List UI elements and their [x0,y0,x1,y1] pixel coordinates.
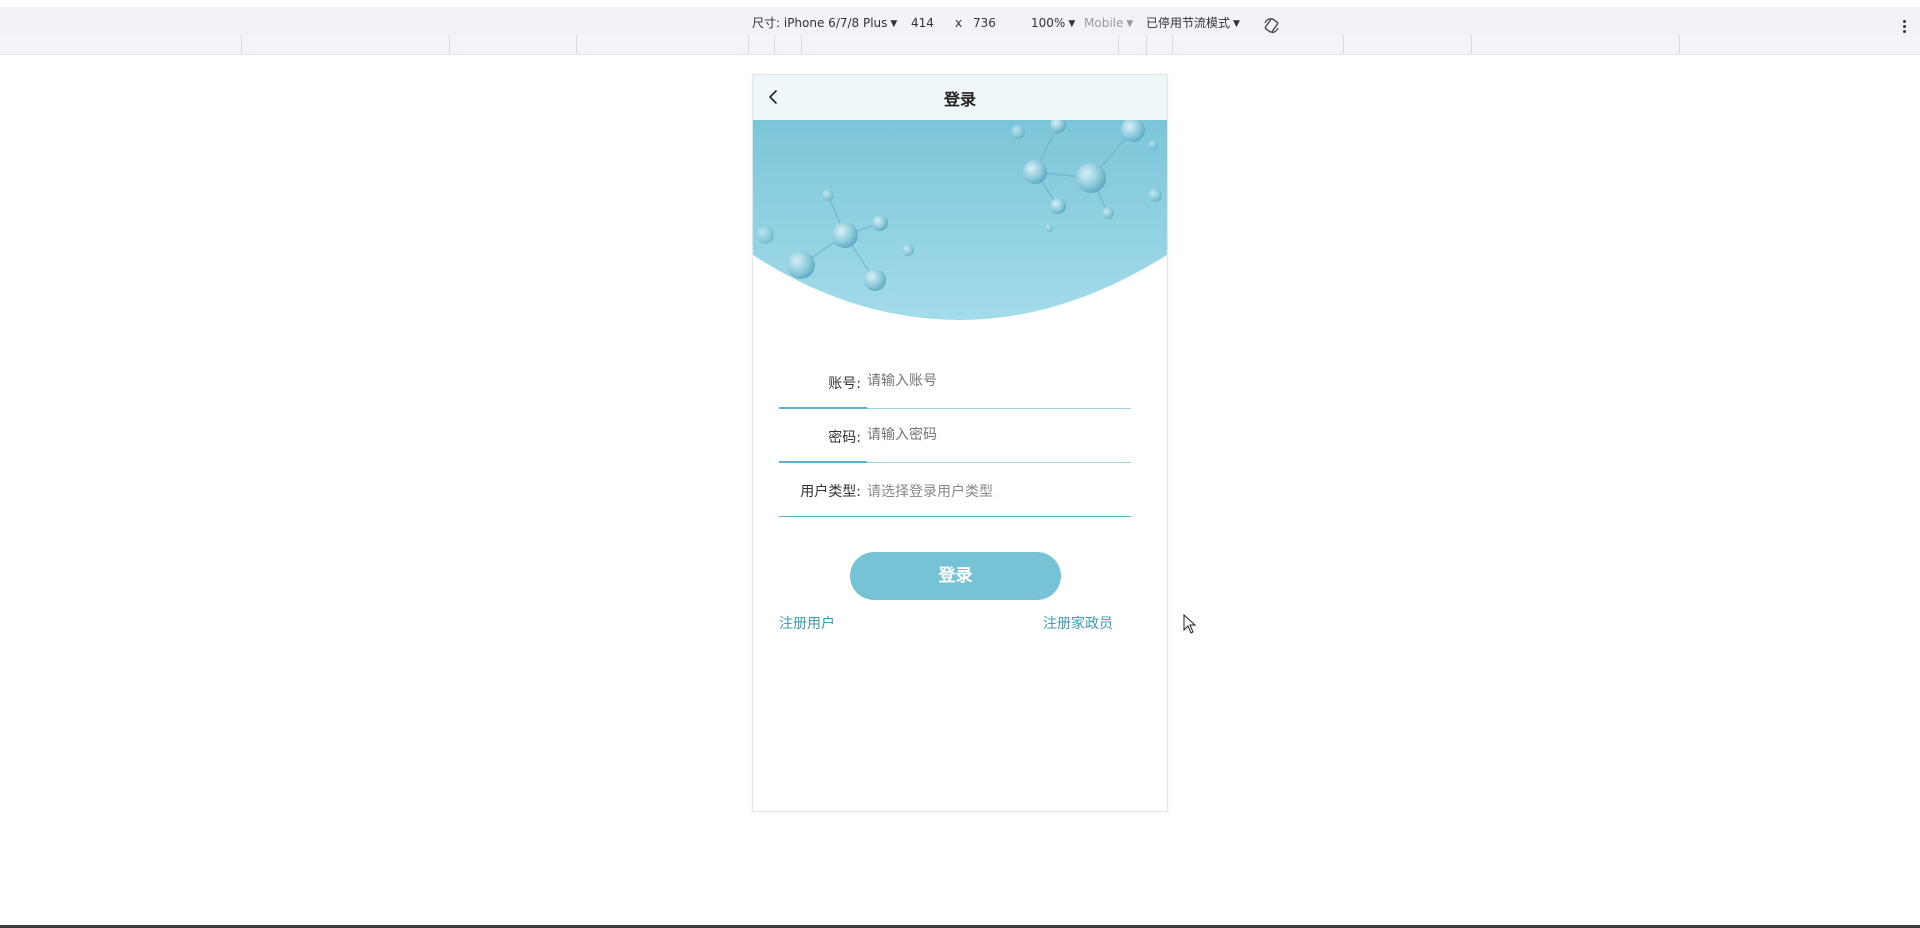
login-form: 账号: 密码: 用户类型: 请选择登录用户类型 [779,355,1131,517]
password-label: 密码: [828,430,861,446]
password-row: 密码: [779,409,1131,463]
browser-viewport: 尺寸: iPhone 6/7/8 Plus ▼ 414 x 736 100% ▼ M… [0,0,1920,928]
register-housekeeper-link[interactable]: 注册家政员 [1043,613,1113,633]
login-button[interactable]: 登录 [850,552,1061,600]
zoom-value: 100% [1031,16,1066,30]
device-select[interactable]: 尺寸: iPhone 6/7/8 Plus ▼ [752,14,897,32]
rotate-icon[interactable] [1263,17,1280,34]
page-title: 登录 [943,90,976,109]
divider [779,516,1131,517]
throttle-select[interactable]: 已停用节流模式 ▼ [1146,14,1240,32]
account-input[interactable] [867,373,1127,389]
dimension-separator: x [955,16,963,30]
user-type-select[interactable]: 请选择登录用户类型 [867,481,1127,501]
user-type-row[interactable]: 用户类型: 请选择登录用户类型 [779,463,1131,517]
account-label: 账号: [828,376,861,392]
device-screen: 登录 账号: 请输入账号 密码: 用户类型: 请选择登录用户类型 登录 注册用户… [752,74,1168,812]
media-query-ruler [0,35,1920,55]
nav-bar: 登录 [753,75,1167,120]
account-row: 账号: [779,355,1131,409]
user-type-label: 用户类型: [800,484,861,500]
password-input[interactable] [867,427,1127,443]
width-input[interactable]: 414 [911,14,934,32]
chevron-down-icon: ▼ [1126,19,1134,29]
chevron-down-icon: ▼ [1068,19,1076,29]
throttle-value: 已停用节流模式 [1146,16,1231,30]
register-user-link[interactable]: 注册用户 [779,613,835,633]
molecule-banner-image [753,120,1167,320]
device-toolbar: 尺寸: iPhone 6/7/8 Plus ▼ 414 x 736 100% ▼ M… [0,0,1920,35]
height-input[interactable]: 736 [973,14,996,32]
more-options-icon[interactable] [1903,20,1907,34]
mode-value: Mobile [1084,16,1124,30]
chevron-down-icon: ▼ [1233,19,1240,29]
chevron-down-icon: ▼ [890,19,898,29]
zoom-select[interactable]: 100% ▼ [1031,14,1075,32]
device-select-label: 尺寸: iPhone 6/7/8 Plus [752,16,888,30]
mode-select[interactable]: Mobile ▼ [1084,14,1133,32]
mouse-cursor-icon [1183,614,1197,634]
